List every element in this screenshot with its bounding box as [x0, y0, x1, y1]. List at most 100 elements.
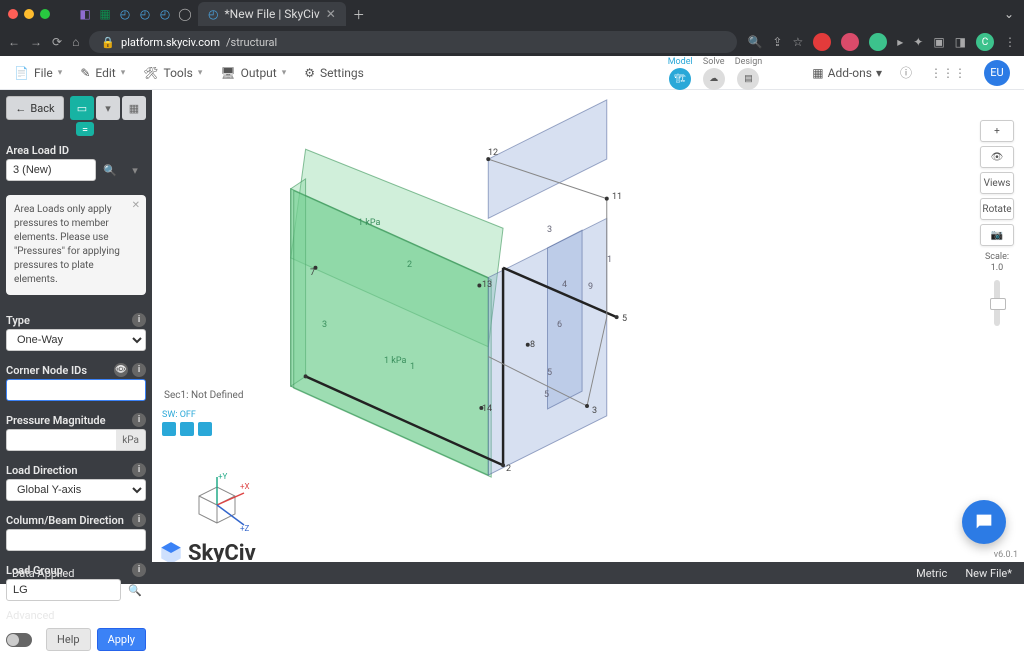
corner-nodes-input[interactable]: [6, 379, 146, 401]
zoom-in-button[interactable]: +: [980, 120, 1014, 142]
svg-text:+Y: +Y: [218, 473, 228, 481]
scale-slider[interactable]: [994, 280, 1000, 326]
window-close-dot[interactable]: [8, 9, 18, 19]
ext-puzzle-icon[interactable]: ✦: [913, 35, 923, 49]
search-toolbar-icon[interactable]: 🔍: [747, 35, 762, 49]
menu-tools[interactable]: 🛠Tools▾: [143, 66, 202, 80]
grid-icon: ▦: [812, 66, 823, 80]
nav-home-icon[interactable]: ⌂: [72, 35, 79, 49]
nav-back-icon[interactable]: ←: [8, 35, 20, 49]
edge-label: 1: [607, 255, 612, 265]
menu-settings[interactable]: ⚙Settings: [304, 66, 364, 80]
search-icon[interactable]: 🔍: [124, 579, 146, 601]
bookmark-icon[interactable]: ☆: [792, 35, 803, 49]
apply-button[interactable]: Apply: [97, 628, 146, 651]
ext-pink-icon[interactable]: [841, 33, 859, 51]
tab-docs-icon[interactable]: ◧: [78, 7, 92, 21]
current-file-label[interactable]: New File*: [965, 567, 1012, 580]
browser-tab-active[interactable]: ◴ *New File | SkyCiv ✕: [198, 2, 346, 26]
browser-menu-icon[interactable]: ⋮: [1004, 35, 1016, 49]
address-bar: ← → ⟳ ⌂ 🔒 platform.skyciv.com/structural…: [0, 28, 1024, 56]
tab-sheets-icon[interactable]: ▦: [98, 7, 112, 21]
corner-label: Corner Node IDs: [6, 364, 87, 377]
ext-green-icon[interactable]: [869, 33, 887, 51]
tab-close-icon[interactable]: ✕: [326, 7, 336, 21]
mode-switcher: Model🏗 Solve☁ Design▤: [668, 55, 763, 90]
panel-tab-table[interactable]: ▦: [122, 96, 146, 120]
tab-globe-icon[interactable]: ◯: [178, 7, 192, 21]
edge-label: 1: [410, 362, 415, 372]
mode-model[interactable]: Model🏗: [668, 57, 693, 90]
menu-edit[interactable]: ✎Edit▾: [80, 66, 125, 80]
view-controls: + 👁 Views Rotate 📷 Scale:1.0: [980, 120, 1014, 326]
eye-icon[interactable]: 👁: [114, 363, 128, 377]
svg-text:+X: +X: [240, 482, 250, 491]
new-tab-icon[interactable]: ＋: [352, 7, 366, 21]
ext-red-icon[interactable]: [813, 33, 831, 51]
rotate-button[interactable]: Rotate: [980, 198, 1014, 220]
chevron-down-icon[interactable]: ▾: [124, 159, 146, 181]
help-icon[interactable]: ⓘ: [900, 64, 912, 81]
tabs-overflow-icon[interactable]: ⌄: [1002, 7, 1016, 21]
edge-label: 5: [544, 390, 549, 400]
edge-label: 3: [547, 225, 552, 235]
share-icon[interactable]: ⇪: [772, 35, 782, 49]
menu-output-label: Output: [241, 66, 277, 80]
url-host: platform.skyciv.com: [121, 36, 220, 49]
direction-select[interactable]: Global Y-axis: [6, 479, 146, 501]
chat-help-button[interactable]: [962, 500, 1006, 544]
info-icon[interactable]: i: [132, 463, 146, 477]
load-group-input[interactable]: [6, 579, 121, 601]
close-icon[interactable]: ✕: [132, 199, 140, 213]
window-max-dot[interactable]: [40, 9, 50, 19]
snapshot-button[interactable]: 📷: [980, 224, 1014, 246]
model-svg: [152, 90, 1024, 562]
tab-skyciv-icon-2[interactable]: ◴: [138, 7, 152, 21]
edge-label: 4: [562, 280, 567, 290]
cloud-icon: ☁: [703, 68, 725, 90]
info-text: Area Loads only apply pressures to membe…: [14, 204, 120, 285]
panel-tab-form[interactable]: ▭: [70, 96, 94, 120]
info-icon[interactable]: i: [132, 313, 146, 327]
section-legend: Sec1: Not Defined: [164, 390, 243, 401]
views-button[interactable]: Views: [980, 172, 1014, 194]
column-direction-input[interactable]: [6, 529, 146, 551]
chevron-down-icon: ▾: [198, 68, 203, 78]
nav-forward-icon[interactable]: →: [30, 35, 42, 49]
info-icon[interactable]: i: [132, 363, 146, 377]
window-min-dot[interactable]: [24, 9, 34, 19]
cast-icon[interactable]: ▣: [933, 35, 944, 49]
axis-orientation-widget[interactable]: +Y +X +Z: [182, 473, 252, 546]
info-icon[interactable]: i: [132, 563, 146, 577]
area-load-id-input[interactable]: [6, 159, 96, 181]
info-icon[interactable]: i: [132, 513, 146, 527]
apps-grid-icon[interactable]: ⋮⋮⋮: [930, 66, 966, 80]
mode-design[interactable]: Design▤: [735, 57, 763, 90]
search-icon[interactable]: 🔍: [99, 159, 121, 181]
menu-output[interactable]: 🖥Output▾: [220, 66, 286, 80]
url-field[interactable]: 🔒 platform.skyciv.com/structural: [89, 31, 737, 53]
visibility-button[interactable]: 👁: [980, 146, 1014, 168]
ext-play-icon[interactable]: ▸: [897, 35, 903, 49]
mode-solve[interactable]: Solve☁: [703, 57, 725, 90]
edge-label: 2: [407, 260, 412, 270]
panel-tab-filter[interactable]: ▾: [96, 96, 120, 120]
info-icon[interactable]: i: [132, 413, 146, 427]
menu-file[interactable]: 📄File▾: [14, 66, 62, 80]
tab-skyciv-icon-1[interactable]: ◴: [118, 7, 132, 21]
help-button[interactable]: Help: [46, 628, 91, 651]
units-toggle[interactable]: Metric: [916, 567, 947, 580]
viewport-3d[interactable]: 7 12 11 13 5 3 8 2 14 3 1 4 9 6 5 5 2 3 …: [152, 90, 1024, 562]
panel-tab-extra[interactable]: =: [76, 122, 94, 136]
type-select[interactable]: One-Way: [6, 329, 146, 351]
magnitude-input[interactable]: [6, 429, 116, 451]
tab-skyciv-icon-3[interactable]: ◴: [158, 7, 172, 21]
back-button[interactable]: ←Back: [6, 96, 64, 120]
advanced-toggle[interactable]: [6, 633, 32, 647]
mode-design-label: Design: [735, 57, 763, 67]
nav-reload-icon[interactable]: ⟳: [52, 35, 62, 49]
browser-profile-avatar[interactable]: C: [976, 33, 994, 51]
addons-button[interactable]: ▦Add-ons▾: [812, 66, 882, 80]
panel-icon[interactable]: ◨: [955, 35, 966, 49]
user-avatar[interactable]: EU: [984, 60, 1010, 86]
